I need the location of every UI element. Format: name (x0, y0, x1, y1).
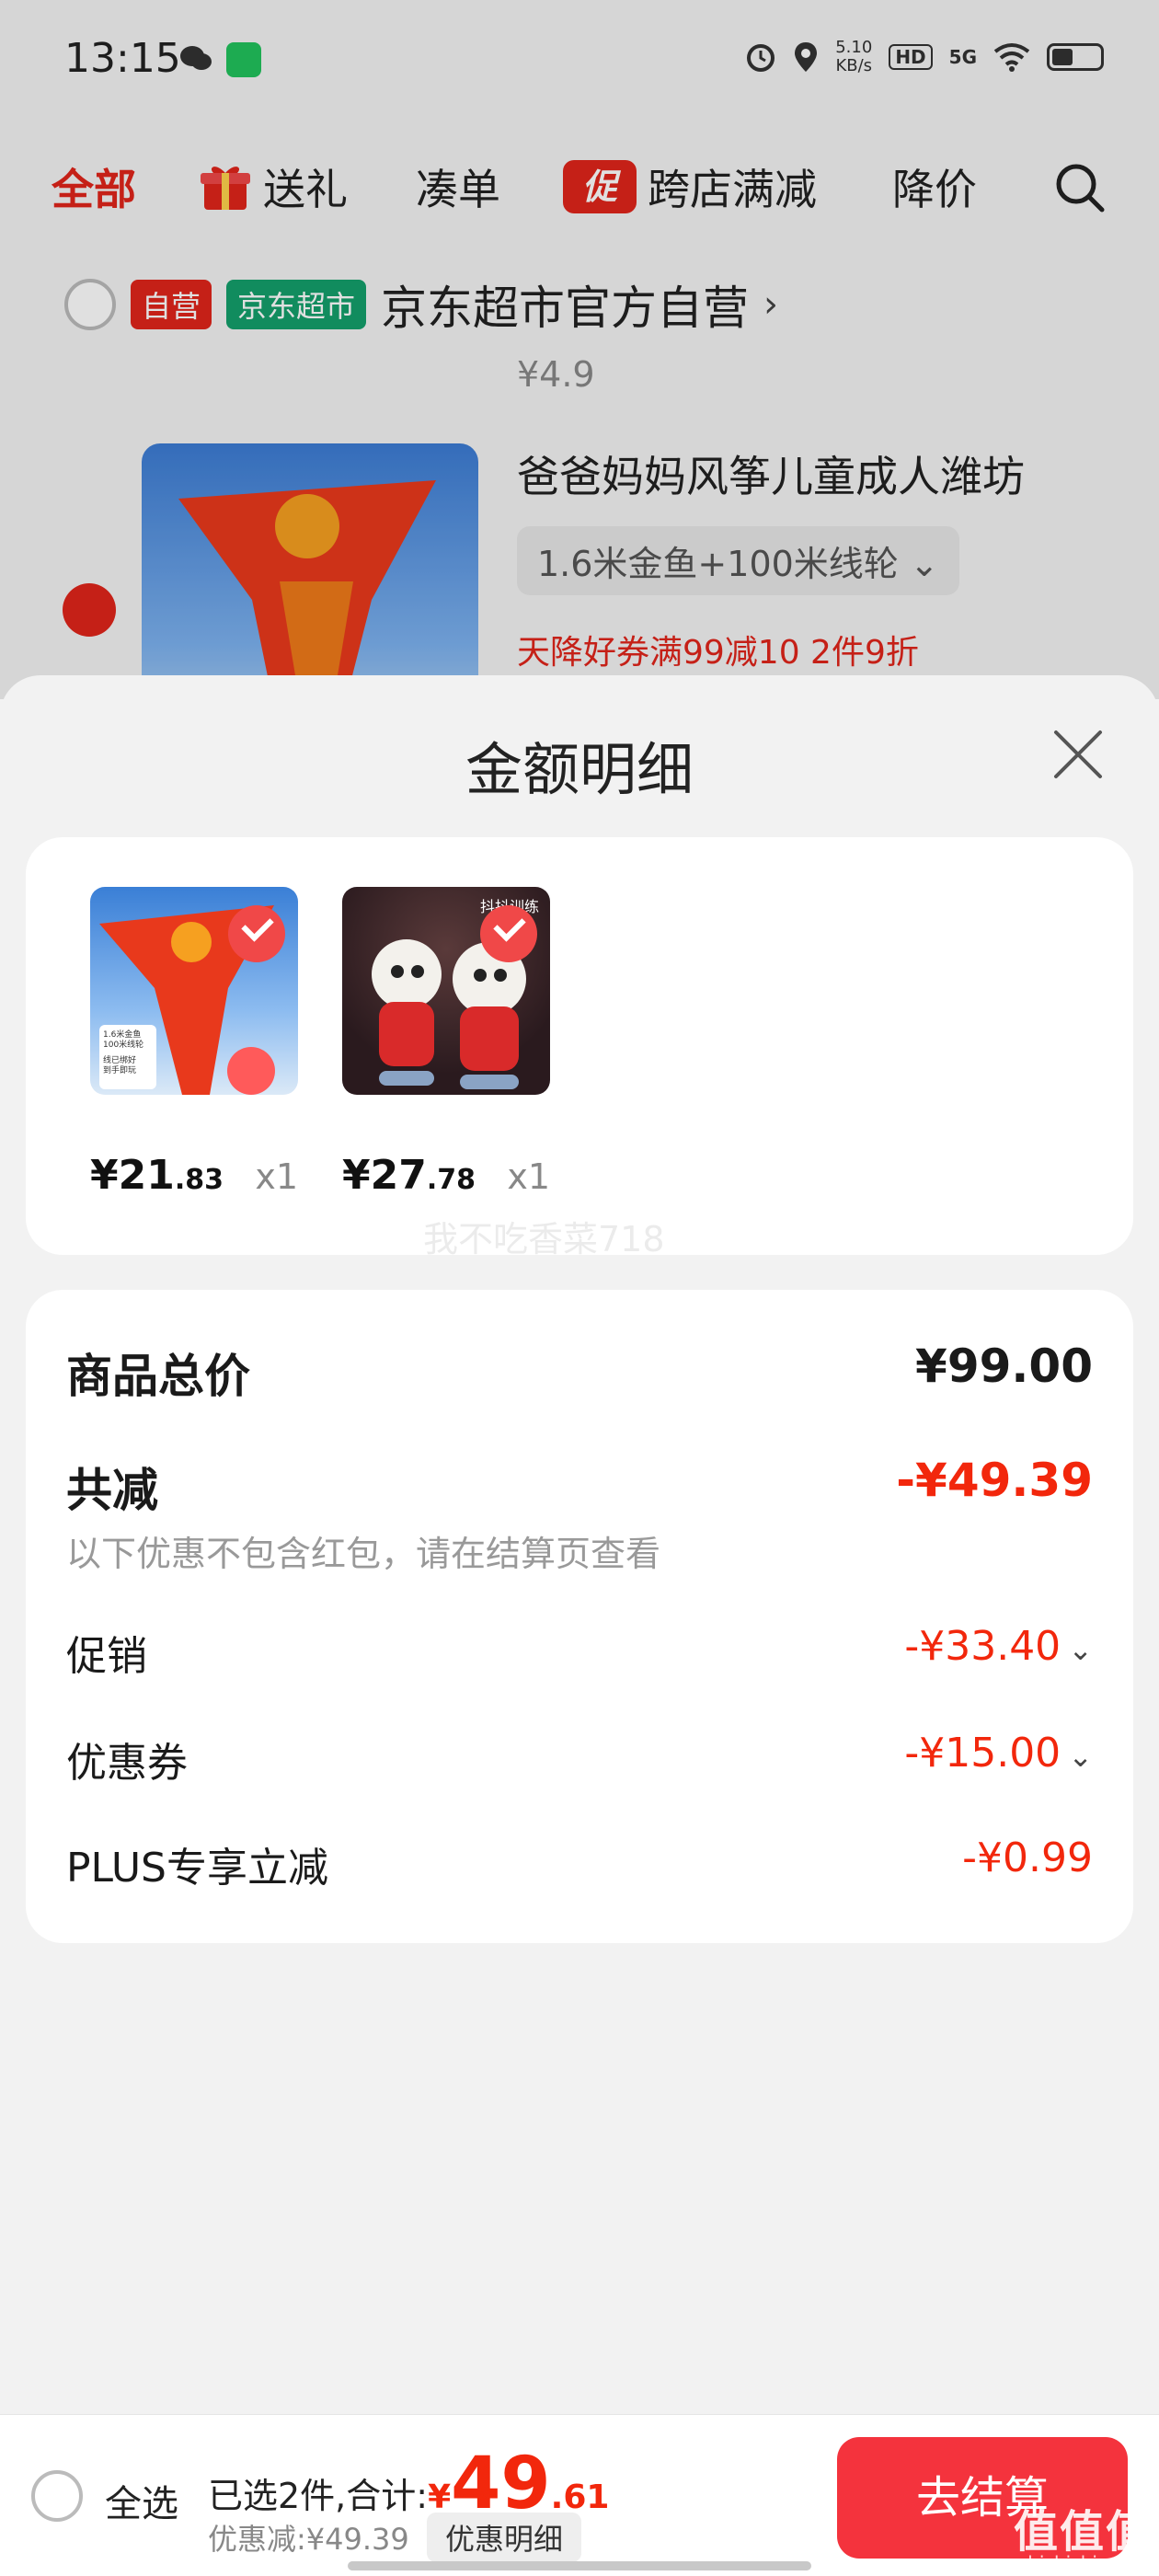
sheet-title: 金额明细 (465, 736, 694, 803)
select-all-label[interactable]: 全选 (105, 2474, 178, 2527)
user-watermark: 我不吃香菜718 (423, 1219, 665, 1259)
product-item[interactable]: 1.6米金鱼 100米线轮 线已绑好 到手即玩 ¥21.83 x1 (90, 887, 298, 1199)
home-indicator[interactable] (348, 2561, 811, 2570)
total-price-label: 商品总价 (66, 1350, 250, 1403)
kite-label-line: 到手即玩 (103, 1066, 137, 1075)
kite-label-line: 100米线轮 (103, 1041, 144, 1050)
plus-discount-row: PLUS专享立减 -¥0.99 (66, 1834, 1093, 1892)
selected-check-icon (480, 905, 537, 962)
modal-dim-overlay[interactable] (0, 0, 1159, 699)
product-price-row: ¥27.78 x1 (342, 1152, 550, 1199)
reduction-note: 以下优惠不包含红包，请在结算页查看 (66, 1534, 661, 1574)
product-thumbnail-lion-dance: 抖抖训练 (342, 887, 550, 1095)
total-reduction-value: -¥49.39 (896, 1454, 1093, 1507)
promotion-amount: -¥33.40 (904, 1623, 1061, 1670)
site-watermark: 值值值 (1013, 2506, 1152, 2558)
price-breakdown-card: 商品总价 ¥99.00 共减 -¥49.39 以下优惠不包含红包，请在结算页查看… (26, 1290, 1133, 1943)
coupon-label: 优惠券 (66, 1740, 188, 1787)
total-reduction-row: 共减 -¥49.39 以下优惠不包含红包，请在结算页查看 (66, 1454, 1093, 1574)
product-item[interactable]: 抖抖训练 ¥27.78 x1 (342, 887, 550, 1199)
promotion-value: -¥33.40 ⌄ (904, 1623, 1093, 1670)
coupon-value: -¥15.00 ⌄ (904, 1730, 1093, 1777)
close-icon[interactable] (1050, 727, 1106, 782)
price-integer: ¥27 (342, 1152, 427, 1199)
coupon-amount: -¥15.00 (904, 1730, 1061, 1777)
checkout-bar: 全选 已选2件,合计: ¥ 49 .61 优惠减:¥49.39 优惠明细 去结算 (0, 2414, 1159, 2576)
cart-page-background: 13:15 5.10KB/s HD 5G 全部 送礼 凑单 促 跨店满减 降价 (0, 0, 1159, 699)
summary-label: 已选2件,合计: (208, 2476, 429, 2516)
kite-label-line: 1.6米金鱼 (103, 1030, 142, 1040)
plus-discount-value: -¥0.99 (962, 1834, 1093, 1881)
promotion-label: 促销 (66, 1633, 147, 1680)
coupon-row[interactable]: 优惠券 -¥15.00 ⌄ (66, 1730, 1093, 1787)
product-thumbnail-kite: 1.6米金鱼 100米线轮 线已绑好 到手即玩 (90, 887, 298, 1095)
chevron-down-icon: ⌄ (1068, 1632, 1093, 1667)
kite-image-label: 1.6米金鱼 100米线轮 线已绑好 到手即玩 (103, 1030, 156, 1076)
promotion-row[interactable]: 促销 -¥33.40 ⌄ (66, 1623, 1093, 1680)
discount-detail-button[interactable]: 优惠明细 (427, 2513, 582, 2562)
price-integer: ¥21 (90, 1152, 175, 1199)
quantity: x1 (255, 1156, 298, 1197)
product-price-row: ¥21.83 x1 (90, 1152, 298, 1199)
total-price-row: 商品总价 ¥99.00 (66, 1340, 1093, 1404)
discount-summary: 优惠减:¥49.39 (208, 2522, 409, 2557)
quantity: x1 (507, 1156, 550, 1197)
chevron-down-icon: ⌄ (1068, 1739, 1093, 1774)
select-all-radio[interactable] (31, 2470, 83, 2522)
currency-symbol: ¥ (428, 2478, 452, 2516)
price-decimal: .83 (174, 1164, 224, 1196)
site-watermark-url: zhizhizhi.com (1017, 2552, 1142, 2574)
selected-products-card: 1.6米金鱼 100米线轮 线已绑好 到手即玩 ¥21.83 x1 ¥27.78… (26, 837, 1133, 1255)
amount-detail-sheet: 金额明细 1.6米金鱼 100米线轮 线已绑好 到手即玩 ¥21.83 x1 ¥… (0, 675, 1159, 2576)
selected-check-icon (228, 905, 285, 962)
plus-discount-label: PLUS专享立减 (66, 1845, 328, 1892)
total-price-value: ¥99.00 (915, 1340, 1093, 1393)
total-reduction-label: 共减 (66, 1464, 158, 1517)
total-decimal: .61 (550, 2478, 610, 2516)
kite-label-line: 线已绑好 (103, 1056, 137, 1065)
price-decimal: .78 (426, 1164, 476, 1196)
